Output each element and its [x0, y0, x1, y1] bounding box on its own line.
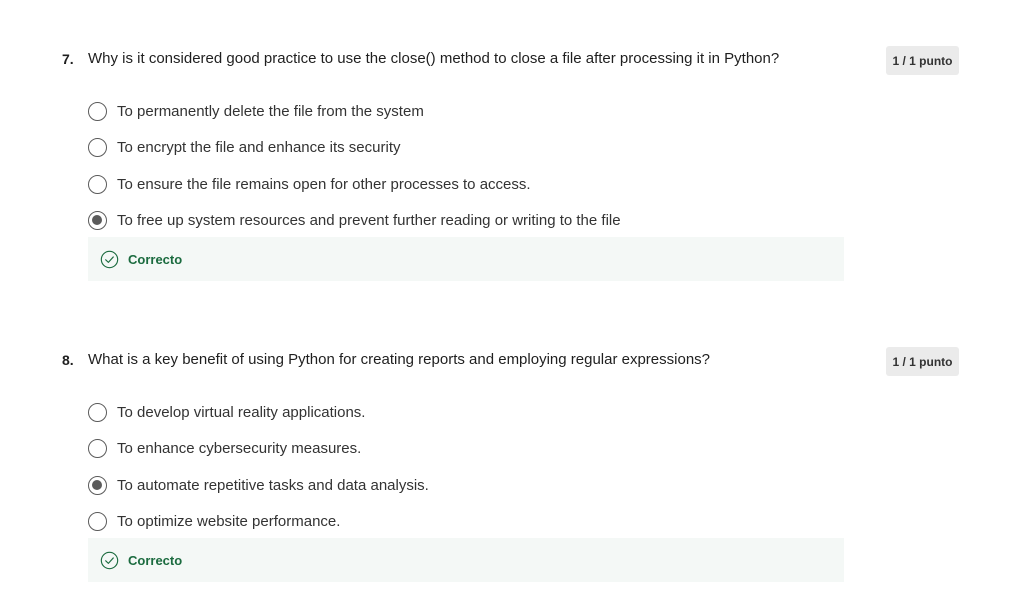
- option-2[interactable]: To enhance cybersecurity measures.: [88, 431, 429, 468]
- option-label: To permanently delete the file from the …: [117, 102, 424, 120]
- radio-button[interactable]: [88, 174, 107, 194]
- option-label: To develop virtual reality applications.: [117, 403, 366, 421]
- option-label: To automate repetitive tasks and data an…: [117, 476, 429, 494]
- option-1[interactable]: To permanently delete the file from the …: [88, 93, 621, 130]
- radio-button[interactable]: [88, 475, 107, 495]
- feedback-correct: Correcto: [88, 237, 844, 281]
- option-1[interactable]: To develop virtual reality applications.: [88, 394, 429, 431]
- radio-button[interactable]: [88, 512, 107, 532]
- option-label: To free up system resources and prevent …: [117, 212, 621, 230]
- score-badge: 1 / 1 punto: [886, 347, 959, 376]
- options-list: To permanently delete the file from the …: [88, 93, 621, 239]
- question-number: 8.: [62, 352, 74, 368]
- options-list: To develop virtual reality applications.…: [88, 394, 429, 540]
- option-label: To optimize website performance.: [117, 513, 341, 531]
- option-3[interactable]: To automate repetitive tasks and data an…: [88, 467, 429, 504]
- option-4[interactable]: To optimize website performance.: [88, 504, 429, 541]
- option-label: To encrypt the file and enhance its secu…: [117, 139, 401, 157]
- option-label: To ensure the file remains open for othe…: [117, 175, 531, 193]
- option-2[interactable]: To encrypt the file and enhance its secu…: [88, 130, 621, 167]
- check-circle-icon: [100, 250, 119, 268]
- check-circle-icon: [100, 551, 119, 569]
- radio-button[interactable]: [88, 439, 107, 459]
- score-badge: 1 / 1 punto: [886, 46, 959, 75]
- option-3[interactable]: To ensure the file remains open for othe…: [88, 166, 621, 203]
- radio-button[interactable]: [88, 138, 107, 158]
- question-text: Why is it considered good practice to us…: [88, 50, 780, 67]
- question-text: What is a key benefit of using Python fo…: [88, 351, 711, 368]
- radio-button[interactable]: [88, 402, 107, 422]
- feedback-label: Correcto: [128, 251, 183, 267]
- feedback-label: Correcto: [128, 552, 183, 568]
- feedback-correct: Correcto: [88, 538, 844, 582]
- radio-button[interactable]: [88, 101, 107, 121]
- option-label: To enhance cybersecurity measures.: [117, 440, 362, 458]
- option-4[interactable]: To free up system resources and prevent …: [88, 203, 621, 240]
- radio-button[interactable]: [88, 211, 107, 231]
- question-number: 7.: [62, 51, 74, 67]
